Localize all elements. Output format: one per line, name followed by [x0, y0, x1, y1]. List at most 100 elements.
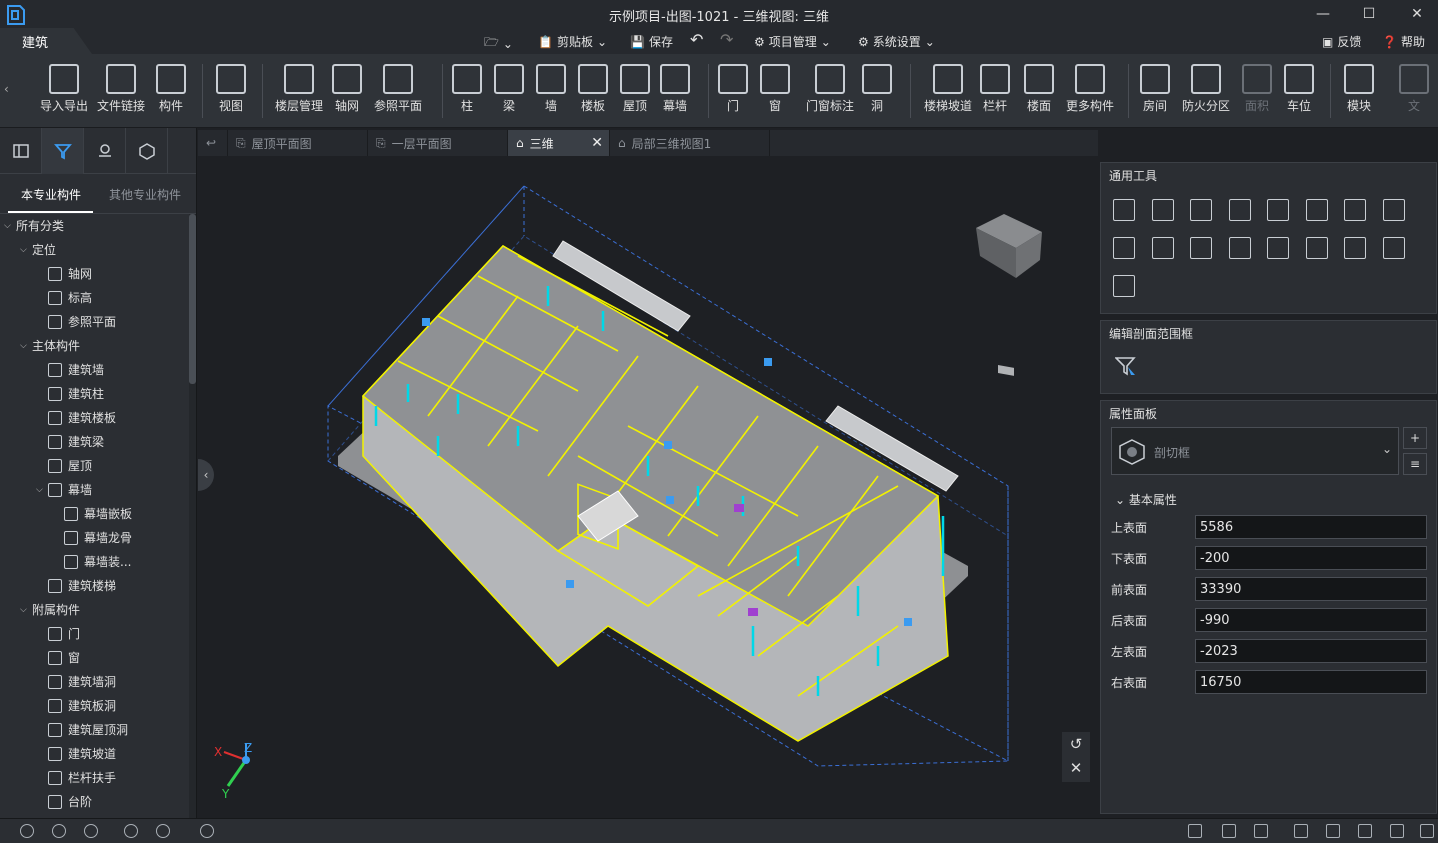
ribbon-button-module[interactable]: 模块 — [1340, 64, 1378, 114]
ribbon-button-parking[interactable]: 车位 — [1280, 64, 1318, 114]
tree-item[interactable]: 建筑柱 — [36, 382, 104, 406]
expand-icon[interactable] — [1420, 824, 1434, 838]
ribbon-button-roof[interactable]: 屋顶 — [618, 64, 652, 114]
tab-local-3d[interactable]: ⌂ 局部三维视图1 — [610, 130, 770, 156]
reset-view-icon[interactable]: ↺ — [1062, 732, 1090, 756]
ribbon-button-slab[interactable]: 楼板 — [576, 64, 610, 114]
ribbon-button-curtain-wall[interactable]: 幕墙 — [658, 64, 692, 114]
chevron-down-icon[interactable]: ⌵ — [4, 214, 16, 238]
tree-item[interactable]: 建筑梁 — [36, 430, 104, 454]
move-icon[interactable] — [1113, 199, 1135, 221]
visibility-icon[interactable] — [20, 824, 34, 838]
ribbon-button-railing[interactable]: 栏杆 — [976, 64, 1014, 114]
property-input[interactable] — [1195, 546, 1427, 570]
stack-icon[interactable] — [1382, 237, 1405, 259]
join-icon[interactable] — [1382, 199, 1405, 221]
view-cube[interactable] — [976, 214, 1042, 376]
ribbon-button-room[interactable]: 房间 — [1136, 64, 1174, 114]
tree-item[interactable]: 建筑坡道 — [36, 742, 116, 766]
ribbon-button-floor-management[interactable]: 楼层管理 — [270, 64, 328, 114]
extend-icon[interactable] — [1113, 237, 1135, 259]
rotate-icon[interactable] — [1190, 199, 1212, 221]
lightbulb-icon[interactable] — [124, 824, 138, 838]
hide-icon[interactable] — [52, 824, 66, 838]
property-input[interactable] — [1195, 639, 1427, 663]
split-icon[interactable] — [1267, 199, 1289, 221]
tab-first-floor-plan[interactable]: ⎘ 一层平面图 — [368, 130, 508, 156]
ribbon-button-door[interactable]: 门 — [718, 64, 748, 114]
tree-item[interactable]: 幕墙装... — [52, 550, 131, 574]
chevron-down-icon[interactable]: ⌵ — [20, 238, 32, 262]
ribbon-button-wall[interactable]: 墙 — [536, 64, 566, 114]
tree-scrollbar[interactable] — [189, 214, 196, 818]
ribbon-button-component[interactable]: 构件 — [152, 64, 190, 114]
ribbon-button-cad-import[interactable]: 导入导出 — [34, 64, 94, 114]
ribbon-button-view[interactable]: 视图 — [212, 64, 250, 114]
tree-item[interactable]: ⌵ 定位 — [20, 238, 56, 262]
project-menu[interactable]: ⚙ 项目管理 ⌄ — [754, 33, 831, 50]
3d-viewport[interactable]: X Z Y ‹ ↺ ✕ — [198, 156, 1099, 818]
tab-roof-plan[interactable]: ⎘ 屋顶平面图 — [228, 130, 368, 156]
chevron-down-icon[interactable]: ⌵ — [20, 598, 32, 622]
tree-item[interactable]: ⌵ 所有分类 — [4, 214, 64, 238]
ribbon-button-column[interactable]: 柱 — [452, 64, 482, 114]
chevron-down-icon[interactable]: ⌵ — [36, 478, 48, 502]
property-input[interactable] — [1195, 515, 1427, 539]
tree-item[interactable]: 标高 — [36, 286, 92, 310]
help-button[interactable]: ❓ 帮助 — [1382, 33, 1425, 50]
tab-other-components[interactable]: 其他专业构件 — [109, 186, 181, 203]
filter-icon[interactable] — [42, 128, 84, 174]
tree-item[interactable]: 建筑板洞 — [36, 694, 116, 718]
add-type-button[interactable]: + — [1403, 427, 1427, 449]
ribbon-button-reference-plane[interactable]: 参照平面 — [368, 64, 428, 114]
ribbon-button-axis-grid[interactable]: 轴网 — [328, 64, 366, 114]
ortho-icon[interactable] — [1254, 824, 1268, 838]
match-icon[interactable] — [1305, 237, 1328, 259]
square-icon[interactable] — [1390, 824, 1404, 838]
ribbon-button-opening[interactable]: 洞 — [860, 64, 894, 114]
ribbon-button-area[interactable]: 面积 — [1238, 64, 1276, 114]
tree-item[interactable]: ⌵ 幕墙 — [36, 478, 92, 502]
tab-menu-icon[interactable]: ↩ — [198, 130, 228, 156]
location-icon[interactable] — [84, 128, 126, 174]
display-mode-icon[interactable] — [200, 824, 214, 838]
pin-icon[interactable] — [1326, 824, 1340, 838]
copy-icon[interactable] — [1151, 199, 1174, 221]
eye-icon[interactable] — [156, 824, 170, 838]
ribbon-scroll-left-icon[interactable]: ‹ — [4, 82, 9, 96]
3d-box-icon[interactable] — [126, 128, 168, 174]
chevron-down-icon[interactable]: ⌵ — [20, 334, 32, 358]
align-icon[interactable] — [1228, 199, 1251, 221]
tree-item[interactable]: 建筑楼梯 — [36, 574, 116, 598]
property-input[interactable] — [1195, 577, 1427, 601]
tree-item[interactable]: 建筑墙 — [36, 358, 104, 382]
tree-item[interactable]: 建筑屋顶洞 — [36, 718, 128, 742]
ribbon-button-text[interactable]: 文 — [1398, 64, 1430, 114]
tree-item[interactable]: 建筑墙洞 — [36, 670, 116, 694]
list-icon[interactable] — [1222, 824, 1236, 838]
mirror-icon[interactable] — [1267, 237, 1289, 259]
tree-item[interactable]: 门 — [36, 622, 80, 646]
array-icon[interactable] — [1190, 237, 1212, 259]
property-input[interactable] — [1195, 608, 1427, 632]
section-filter-icon[interactable] — [1115, 355, 1137, 379]
tree-item[interactable]: 栏杆扶手 — [36, 766, 116, 790]
save-button[interactable]: 💾 保存 — [630, 33, 673, 50]
maximize-button[interactable]: ☐ — [1354, 4, 1384, 24]
tree-item[interactable]: ⌵ 附属构件 — [20, 598, 80, 622]
panel-toggle-icon[interactable] — [0, 128, 42, 174]
redo-button[interactable]: ↷ — [720, 30, 733, 49]
tree-item[interactable]: 参照平面 — [36, 310, 116, 334]
settings-menu[interactable]: ⚙ 系统设置 ⌄ — [858, 33, 935, 50]
grid-snap-icon[interactable] — [1188, 824, 1202, 838]
map-icon[interactable] — [1358, 824, 1372, 838]
building-model[interactable]: X Z Y — [198, 156, 1099, 818]
tab-own-components[interactable]: 本专业构件 — [21, 186, 81, 203]
ribbon-button-more-components[interactable]: 更多构件 — [1060, 64, 1120, 114]
measure-icon[interactable] — [1113, 275, 1135, 297]
ribbon-button-floor-surface[interactable]: 楼面 — [1020, 64, 1058, 114]
type-settings-button[interactable]: ≡ — [1403, 453, 1427, 475]
ribbon-button-fire-zone[interactable]: 防火分区 — [1178, 64, 1234, 114]
basic-props-group[interactable]: ⌄ 基本属性 — [1115, 491, 1177, 508]
group-icon[interactable] — [1228, 237, 1251, 259]
